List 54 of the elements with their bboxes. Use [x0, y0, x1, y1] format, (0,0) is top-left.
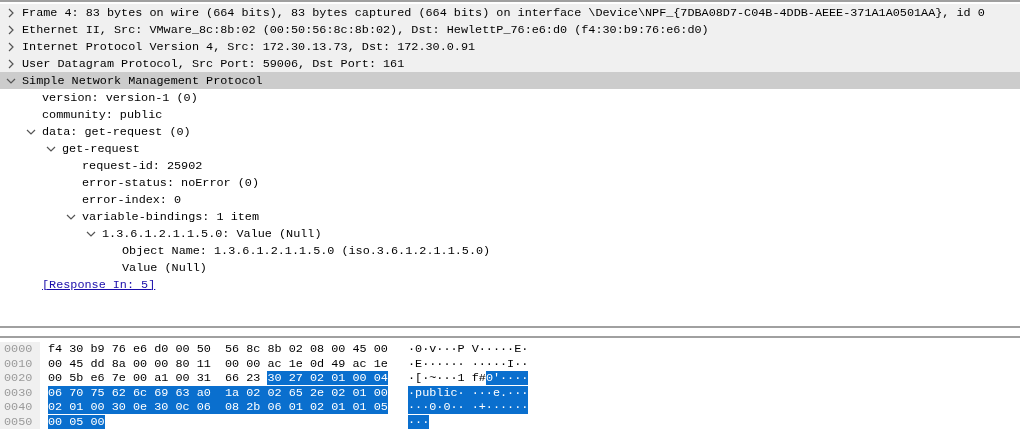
- tree-label: Value (Null): [122, 260, 207, 275]
- tree-row[interactable]: User Datagram Protocol, Src Port: 59006, Dst Port: 161: [0, 55, 1020, 72]
- offset-label: 0000: [0, 342, 40, 357]
- hex-bytes: 30 27 02 01 00 04: [267, 371, 388, 386]
- response-link[interactable]: [Response In: 5]: [42, 277, 156, 292]
- ascii-text: ···: [408, 414, 430, 429]
- tree-label: request-id: 25902: [82, 158, 203, 173]
- tree-label: community: public: [42, 107, 163, 122]
- hex-bytes: 00 5b e6 7e 00 a1 00 31 66 23: [48, 371, 262, 386]
- offset-label: 0020: [0, 371, 40, 386]
- hex-bytes: f4 30 b9 76 e6 d0 00 50 56 8c 8b 02 08 00 45 00: [48, 342, 388, 357]
- tree-label: get-request: [62, 141, 140, 156]
- tree-row[interactable]: request-id: 25902: [0, 157, 1020, 174]
- tree-row[interactable]: community: public: [0, 106, 1020, 123]
- tree-row[interactable]: Frame 4: 83 bytes on wire (664 bits), 83 bytes captured (664 bits) on interface \Device\NPF_{7DBA08D7-C04B-4DDB-AEEE-371A1A0501AA}, id 0: [0, 4, 1020, 21]
- tree-label: Object Name: 1.3.6.1.2.1.1.5.0 (iso.3.6.1.2.1.1.5.0): [122, 243, 491, 258]
- tree-label: Internet Protocol Version 4, Src: 172.30.13.73, Dst: 172.30.0.91: [22, 39, 476, 54]
- tree-label: data: get-request (0): [42, 124, 191, 139]
- tree-row[interactable]: [Response In: 5]: [0, 276, 1020, 293]
- tree-label: version: version-1 (0): [42, 90, 198, 105]
- tree-row[interactable]: 1.3.6.1.2.1.1.5.0: Value (Null): [0, 225, 1020, 242]
- tree-row[interactable]: Internet Protocol Version 4, Src: 172.30.13.73, Dst: 172.30.0.91: [0, 38, 1020, 55]
- hex-bytes: 00 05 00: [48, 414, 105, 429]
- tree-label: error-status: noError (0): [82, 175, 259, 190]
- tree-label: error-index: 0: [82, 192, 182, 207]
- tree-row[interactable]: Object Name: 1.3.6.1.2.1.1.5.0 (iso.3.6.1.2.1.1.5.0): [0, 242, 1020, 259]
- tree-row[interactable]: error-index: 0: [0, 191, 1020, 208]
- tree-label: Ethernet II, Src: VMware_8c:8b:02 (00:50:56:8c:8b:02), Dst: HewlettP_76:e6:d0 (f4:30:b9:76:e6:d0): [22, 22, 709, 37]
- tree-row[interactable]: Value (Null): [0, 259, 1020, 276]
- tree-row[interactable]: variable-bindings: 1 item: [0, 208, 1020, 225]
- chevron-icon[interactable]: [6, 41, 16, 52]
- tree-row[interactable]: data: get-request (0): [0, 123, 1020, 140]
- ascii-text: ·[·~···1 f#: [408, 371, 486, 386]
- hex-bytes: 02 01 00 30 0e 30 0c 06 08 2b 06 01 02 01 01 05: [48, 400, 388, 415]
- tree-row[interactable]: get-request: [0, 140, 1020, 157]
- tree-label: Frame 4: 83 bytes on wire (664 bits), 83 bytes captured (664 bits) on interface \Device\NPF_{7DBA08D7-C04B-4DDB-AEEE-371A1A0501AA}, id 0: [22, 5, 985, 20]
- tree-row[interactable]: Ethernet II, Src: VMware_8c:8b:02 (00:50:56:8c:8b:02), Dst: HewlettP_76:e6:d0 (f4:30:b9:76:e6:d0): [0, 21, 1020, 38]
- tree-row[interactable]: error-status: noError (0): [0, 174, 1020, 191]
- tree-row[interactable]: version: version-1 (0): [0, 89, 1020, 106]
- tree-label: User Datagram Protocol, Src Port: 59006, Dst Port: 161: [22, 56, 405, 71]
- hex-bytes: 06 70 75 62 6c 69 63 a0 1a 02 02 65 2e 02 01 00: [48, 385, 388, 400]
- hex-bytes: 00 45 dd 8a 00 00 80 11 00 00 ac 1e 0d 49 ac 1e: [48, 356, 388, 371]
- chevron-icon[interactable]: [6, 58, 16, 69]
- ascii-text: ·public· ···e.···: [408, 385, 529, 400]
- tree-label: variable-bindings: 1 item: [82, 209, 259, 224]
- tree-row[interactable]: Simple Network Management Protocol: [0, 72, 1020, 89]
- chevron-icon[interactable]: [6, 7, 16, 18]
- ascii-text: ···0·0·· ·+······: [408, 400, 529, 415]
- chevron-icon[interactable]: [6, 24, 16, 35]
- offset-label: 0040: [0, 400, 40, 415]
- tree-label: 1.3.6.1.2.1.1.5.0: Value (Null): [102, 226, 322, 241]
- ascii-text: ·E······ ·····I··: [408, 356, 529, 371]
- tree-label: Simple Network Management Protocol: [22, 73, 263, 88]
- ascii-text: ·0·v···P V·····E·: [408, 342, 529, 357]
